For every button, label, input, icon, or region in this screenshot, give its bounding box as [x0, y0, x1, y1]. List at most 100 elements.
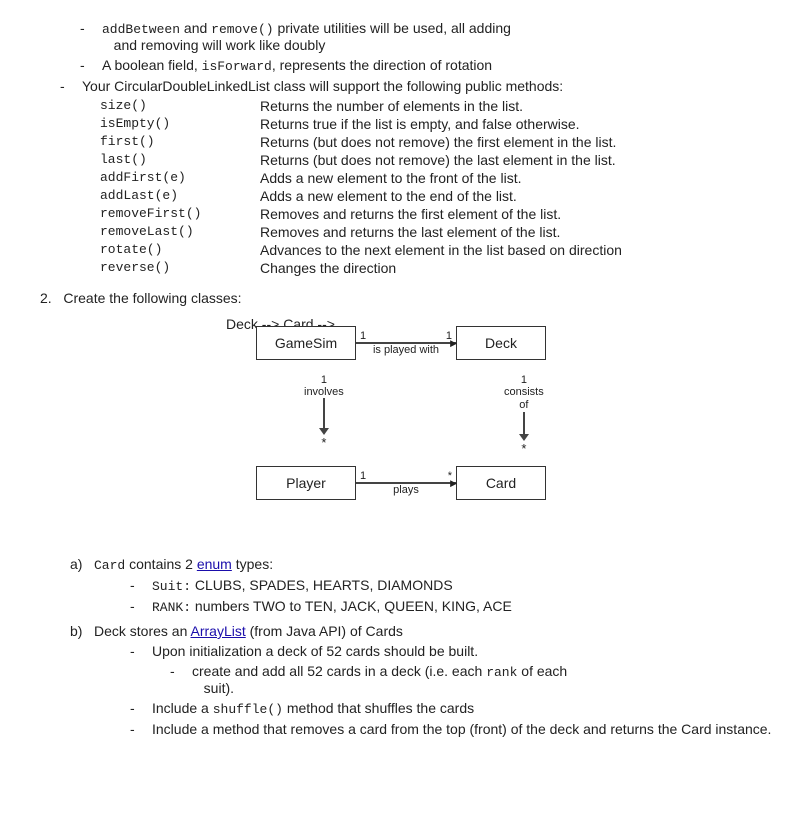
top-label-left: 1: [360, 330, 366, 342]
uml-gamesim-box: GameSim: [256, 326, 356, 360]
bullet-isforward: - A boolean field, isForward, represents…: [80, 57, 772, 74]
method-first-desc: Returns (but does not remove) the first …: [260, 134, 772, 150]
part-a-label: a): [70, 556, 94, 573]
part-b-text: Deck stores an ArrayList (from Java API)…: [94, 623, 403, 639]
method-first: first(): [100, 134, 260, 150]
bottom-line: ▶: [356, 482, 456, 484]
arrow-right-icon: ▶: [450, 338, 457, 349]
uml-diagram-container: Deck --> GameSim 1 1 ▶: [40, 316, 772, 536]
bottom-connector-labels: 1 *: [356, 470, 456, 482]
method-addfirst: addFirst(e): [100, 170, 260, 186]
uml-top-connector: 1 1 ▶ is played with: [356, 330, 456, 356]
dash-icon3: -: [60, 78, 76, 94]
suit-code: Suit:: [152, 579, 191, 594]
main-content: - addBetween and remove() private utilit…: [40, 20, 772, 737]
uml-deck-box: Deck: [456, 326, 546, 360]
top-line: ▶: [356, 342, 456, 344]
uml-right-vert: 1 consistsof *: [504, 374, 544, 456]
bullet-addbetween: - addBetween and remove() private utilit…: [80, 20, 772, 53]
part-b-header: b) Deck stores an ArrayList (from Java A…: [70, 623, 772, 639]
uml-bottom-connector: 1 * ▶ plays: [356, 470, 456, 496]
methods-table: size() Returns the number of elements in…: [100, 98, 772, 276]
bullet-addbetween-text: addBetween and remove() private utilitie…: [102, 20, 511, 53]
init-text: Upon initialization a deck of 52 cards s…: [152, 643, 478, 659]
method-removelast-desc: Removes and returns the last element of …: [260, 224, 772, 240]
part-a-header: a) Card contains 2 enum types:: [70, 556, 772, 573]
uml-card-box: Card: [456, 466, 546, 500]
part-b-bullets: - Upon initialization a deck of 52 cards…: [130, 643, 772, 737]
dash-suit: -: [130, 577, 146, 594]
part-b-label: b): [70, 623, 94, 639]
card-code: Card: [94, 558, 125, 573]
dash-init: -: [130, 643, 146, 659]
left-vert-label: involves: [304, 386, 344, 398]
remove-code: remove(): [211, 22, 273, 37]
method-reverse: reverse(): [100, 260, 260, 276]
suit-text: Suit: CLUBS, SPADES, HEARTS, DIAMONDS: [152, 577, 453, 594]
uml-diagram: Deck --> GameSim 1 1 ▶: [226, 316, 586, 536]
method-removefirst-desc: Removes and returns the first element of…: [260, 206, 772, 222]
uml-bottom-row: Player 1 * ▶ plays C: [256, 466, 546, 500]
section2-header: 2. Create the following classes:: [40, 290, 772, 306]
method-addfirst-desc: Adds a new element to the front of the l…: [260, 170, 772, 186]
shuffle-text: Include a shuffle() method that shuffles…: [152, 700, 474, 717]
arraylist-link[interactable]: ArrayList: [191, 623, 246, 639]
right-vert-star: *: [521, 441, 526, 456]
left-vert-star: *: [321, 435, 326, 450]
dash-shuffle: -: [130, 700, 146, 717]
part-a-bullets: - Suit: CLUBS, SPADES, HEARTS, DIAMONDS …: [130, 577, 772, 615]
circular-intro-bullet: - Your CircularDoubleLinkedList class wi…: [60, 78, 772, 94]
section2-num: 2.: [40, 290, 52, 306]
remove-card-bullet: - Include a method that removes a card f…: [130, 721, 772, 737]
bullet-isforward-text: A boolean field, isForward, represents t…: [102, 57, 492, 74]
dash-remove: -: [130, 721, 146, 737]
part-b: b) Deck stores an ArrayList (from Java A…: [70, 623, 772, 737]
method-reverse-desc: Changes the direction: [260, 260, 772, 276]
dash-create: -: [170, 663, 186, 696]
isforward-code: isForward: [202, 59, 272, 74]
method-rotate: rotate(): [100, 242, 260, 258]
method-removelast: removeLast(): [100, 224, 260, 240]
method-size-desc: Returns the number of elements in the li…: [260, 98, 772, 114]
bottom-arrow-label: plays: [393, 484, 419, 496]
top-arrow-label: is played with: [373, 344, 439, 356]
method-rotate-desc: Advances to the next element in the list…: [260, 242, 772, 258]
circular-intro-text: Your CircularDoubleLinkedList class will…: [82, 78, 563, 94]
bottom-arrow-icon: ▶: [450, 478, 457, 489]
method-last-desc: Returns (but does not remove) the last e…: [260, 152, 772, 168]
dash-icon2: -: [80, 57, 96, 74]
method-addlast: addLast(e): [100, 188, 260, 204]
method-isempty: isEmpty(): [100, 116, 260, 132]
player-label: Player: [286, 475, 326, 491]
left-down-arrow: [319, 428, 329, 435]
right-vert-num: 1: [521, 374, 527, 386]
method-size: size(): [100, 98, 260, 114]
deck-label: Deck: [485, 335, 517, 351]
right-vert-label: consistsof: [504, 386, 544, 412]
method-addlast-desc: Adds a new element to the end of the lis…: [260, 188, 772, 204]
uml-top-row: GameSim 1 1 ▶ is played with: [256, 326, 546, 360]
left-vert-num: 1: [321, 374, 327, 386]
top-connector-labels: 1 1: [356, 330, 456, 342]
rank-code: RANK:: [152, 600, 191, 615]
method-removefirst: removeFirst(): [100, 206, 260, 222]
bottom-label-left: 1: [360, 470, 366, 482]
init-bullet: - Upon initialization a deck of 52 cards…: [130, 643, 772, 659]
dash-rank: -: [130, 598, 146, 615]
addbetween-code: addBetween: [102, 22, 180, 37]
method-last: last(): [100, 152, 260, 168]
shuffle-code: shuffle(): [213, 702, 283, 717]
right-down-arrow: [519, 434, 529, 441]
left-vert-line: [323, 398, 325, 428]
rank-bullet: - RANK: numbers TWO to TEN, JACK, QUEEN,…: [130, 598, 772, 615]
create-bullet: - create and add all 52 cards in a deck …: [170, 663, 772, 696]
part-a-text: Card contains 2 enum types:: [94, 556, 273, 573]
shuffle-bullet: - Include a shuffle() method that shuffl…: [130, 700, 772, 717]
suit-bullet: - Suit: CLUBS, SPADES, HEARTS, DIAMONDS: [130, 577, 772, 594]
enum-link[interactable]: enum: [197, 556, 232, 572]
rank-text: RANK: numbers TWO to TEN, JACK, QUEEN, K…: [152, 598, 512, 615]
uml-player-box: Player: [256, 466, 356, 500]
top-section: - addBetween and remove() private utilit…: [80, 20, 772, 74]
right-vert-line: [523, 412, 525, 434]
card-label: Card: [486, 475, 516, 491]
